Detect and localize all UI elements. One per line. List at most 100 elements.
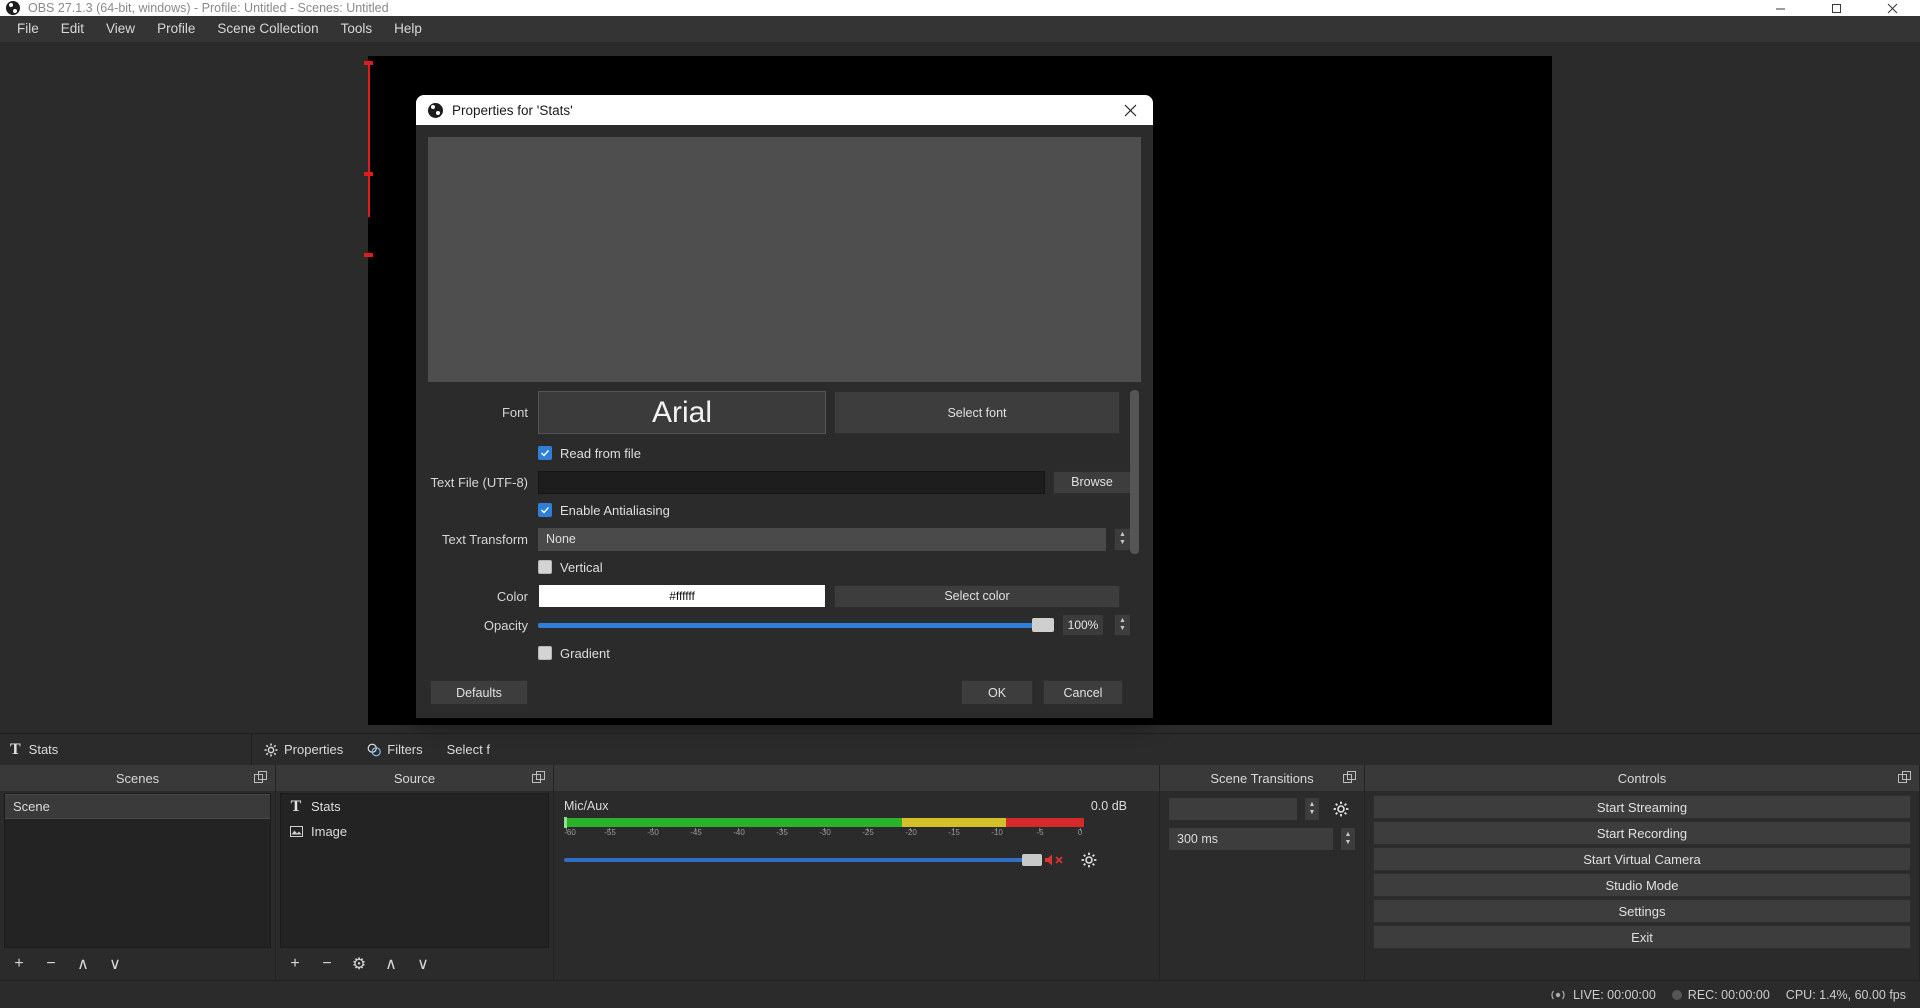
list-item[interactable]: Image bbox=[281, 819, 548, 844]
opacity-slider[interactable] bbox=[538, 617, 1054, 632]
cpu-label: CPU: 1.4%, 60.00 fps bbox=[1785, 987, 1906, 1002]
transitions-dock: Scene Transitions ▲ ▼ 300 ms ▲ ▼ bbox=[1160, 765, 1365, 980]
opacity-slider-handle[interactable] bbox=[1032, 617, 1054, 632]
selection-handle-middle[interactable] bbox=[364, 172, 373, 176]
menu-help[interactable]: Help bbox=[383, 16, 433, 42]
menu-edit[interactable]: Edit bbox=[50, 16, 95, 42]
minimize-button[interactable] bbox=[1752, 0, 1808, 16]
volume-slider-handle[interactable] bbox=[1022, 854, 1042, 866]
start-streaming-button[interactable]: Start Streaming bbox=[1373, 795, 1911, 819]
source-properties-button[interactable]: ⚙ bbox=[344, 951, 374, 977]
form-scrollbar-thumb[interactable] bbox=[1130, 390, 1139, 554]
window-controls bbox=[1752, 0, 1920, 16]
close-button[interactable] bbox=[1864, 0, 1920, 16]
move-scene-up-button[interactable]: ∧ bbox=[68, 951, 98, 977]
opacity-value[interactable]: 100% bbox=[1062, 614, 1104, 636]
menu-tools[interactable]: Tools bbox=[330, 16, 384, 42]
color-swatch[interactable]: #ffffff bbox=[538, 584, 826, 608]
source-item-label: Stats bbox=[311, 799, 341, 814]
statusbar: LIVE: 00:00:00 REC: 00:00:00 CPU: 1.4%, … bbox=[0, 980, 1920, 1008]
font-preview: Arial bbox=[538, 391, 826, 434]
studio-mode-button[interactable]: Studio Mode bbox=[1373, 873, 1911, 897]
gradient-row[interactable]: Gradient bbox=[538, 643, 1131, 660]
gear-icon bbox=[264, 743, 278, 756]
vertical-checkbox[interactable] bbox=[538, 560, 552, 574]
exit-button[interactable]: Exit bbox=[1373, 925, 1911, 949]
cancel-button[interactable]: Cancel bbox=[1043, 680, 1123, 705]
start-recording-button[interactable]: Start Recording bbox=[1373, 821, 1911, 845]
record-indicator-icon bbox=[1671, 989, 1682, 1000]
text-file-input[interactable] bbox=[538, 470, 1045, 494]
gear-icon bbox=[1081, 852, 1097, 868]
float-icon[interactable] bbox=[254, 771, 267, 784]
start-virtual-camera-button[interactable]: Start Virtual Camera bbox=[1373, 847, 1911, 871]
transition-duration-stepper[interactable]: ▲ ▼ bbox=[1340, 827, 1356, 851]
source-preview bbox=[428, 137, 1141, 382]
vertical-row[interactable]: Vertical bbox=[538, 557, 1131, 577]
transition-select[interactable] bbox=[1168, 797, 1298, 821]
antialiasing-checkbox[interactable] bbox=[538, 503, 552, 517]
add-source-button[interactable]: + bbox=[280, 951, 310, 977]
menu-file[interactable]: File bbox=[6, 16, 50, 42]
remove-source-button[interactable]: − bbox=[312, 951, 342, 977]
list-item[interactable]: T Stats bbox=[281, 794, 548, 819]
properties-label: Properties bbox=[284, 742, 344, 757]
settings-button[interactable]: Settings bbox=[1373, 899, 1911, 923]
move-scene-down-button[interactable]: ∨ bbox=[100, 951, 130, 977]
float-icon[interactable] bbox=[532, 771, 545, 784]
volume-slider[interactable] bbox=[564, 854, 1042, 866]
mute-button[interactable] bbox=[1044, 852, 1064, 868]
mixer-channel-header: Mic/Aux 0.0 dB bbox=[564, 799, 1149, 813]
dialog-close-button[interactable] bbox=[1107, 95, 1153, 125]
move-source-up-button[interactable]: ∧ bbox=[376, 951, 406, 977]
transition-stepper[interactable]: ▲ ▼ bbox=[1304, 797, 1320, 821]
window-titlebar: OBS 27.1.3 (64-bit, windows) - Profile: … bbox=[0, 0, 1920, 16]
select-color-button[interactable]: Select color bbox=[834, 584, 1120, 608]
audio-settings-button[interactable] bbox=[1074, 848, 1104, 872]
properties-button[interactable]: Properties bbox=[252, 734, 355, 766]
transition-properties-button[interactable] bbox=[1326, 797, 1356, 821]
add-scene-button[interactable]: + bbox=[4, 951, 34, 977]
transitions-dock-title: Scene Transitions bbox=[1210, 770, 1314, 786]
remove-scene-button[interactable]: − bbox=[36, 951, 66, 977]
select-filter-button[interactable]: Select f bbox=[435, 734, 502, 766]
meter-scale: -60 -55 -50 -45 -40 -35 -30 -25 -20 -15 … bbox=[564, 828, 1083, 837]
transition-duration-input[interactable]: 300 ms bbox=[1168, 827, 1334, 851]
scenes-dock-header: Scenes bbox=[0, 765, 275, 791]
select-font-button[interactable]: Select font bbox=[834, 391, 1120, 434]
ok-button[interactable]: OK bbox=[961, 680, 1033, 705]
text-file-row: Text File (UTF-8) Browse bbox=[428, 470, 1131, 494]
form-scrollbar[interactable] bbox=[1130, 390, 1139, 660]
obs-logo-icon bbox=[428, 102, 443, 118]
float-icon[interactable] bbox=[1898, 771, 1911, 784]
move-source-down-button[interactable]: ∨ bbox=[408, 951, 438, 977]
opacity-stepper[interactable]: ▲ ▼ bbox=[1114, 614, 1131, 636]
browse-button[interactable]: Browse bbox=[1053, 470, 1131, 494]
maximize-button[interactable] bbox=[1808, 0, 1864, 16]
text-transform-select[interactable]: None bbox=[538, 527, 1106, 551]
sources-list[interactable]: T Stats Image bbox=[280, 793, 549, 948]
selection-handle-bottom[interactable] bbox=[364, 253, 373, 257]
menu-scene-collection[interactable]: Scene Collection bbox=[206, 16, 329, 42]
text-file-label: Text File (UTF-8) bbox=[430, 474, 529, 490]
controls-body: Start Streaming Start Recording Start Vi… bbox=[1365, 791, 1919, 980]
read-from-file-checkbox[interactable] bbox=[538, 446, 552, 460]
text-transform-stepper[interactable]: ▲ ▼ bbox=[1114, 527, 1131, 551]
scenes-list[interactable]: Scene bbox=[4, 793, 271, 948]
list-item[interactable]: Scene bbox=[5, 794, 270, 819]
defaults-button[interactable]: Defaults bbox=[430, 680, 528, 705]
read-from-file-row[interactable]: Read from file bbox=[538, 443, 1131, 463]
gear-icon bbox=[1333, 801, 1349, 817]
selection-edge bbox=[368, 62, 370, 217]
obs-logo-icon bbox=[6, 1, 20, 15]
selection-handle-top[interactable] bbox=[364, 61, 373, 65]
menu-profile[interactable]: Profile bbox=[146, 16, 206, 42]
gradient-checkbox[interactable] bbox=[538, 646, 552, 660]
float-icon[interactable] bbox=[1343, 771, 1356, 784]
mixer-channel-name: Mic/Aux bbox=[564, 799, 609, 813]
audio-level-meter bbox=[564, 817, 1084, 828]
filters-button[interactable]: Filters bbox=[355, 734, 434, 766]
properties-dialog: Properties for 'Stats' Font Arial Select… bbox=[416, 95, 1153, 718]
antialiasing-row[interactable]: Enable Antialiasing bbox=[538, 500, 1131, 520]
menu-view[interactable]: View bbox=[95, 16, 146, 42]
